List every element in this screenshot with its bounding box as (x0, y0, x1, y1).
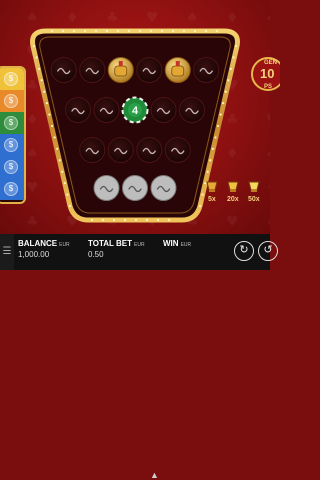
frame-light (50, 124, 54, 128)
win-label: WIN (163, 239, 179, 248)
frame-light (227, 79, 230, 82)
multiplier-label-5x: 5x (208, 196, 216, 203)
frame-light (68, 204, 72, 208)
frame-light (48, 113, 51, 116)
balance-field: BALANCE EUR 1,000.00 (18, 239, 70, 259)
total-bet-field: TOTAL BET EUR 0.50 (88, 239, 145, 259)
frame-light (224, 90, 227, 93)
frame-light (171, 29, 175, 33)
frame-light (63, 182, 66, 185)
frame-light (145, 218, 149, 222)
frame-light (149, 29, 153, 33)
empty-slot (150, 97, 177, 123)
empty-slot (79, 57, 106, 83)
frame-light (232, 56, 235, 59)
frame-light (40, 79, 43, 82)
frame-light (61, 29, 65, 33)
frame-light (83, 29, 87, 33)
game-logo: GEN 10 PS (251, 57, 280, 91)
multiplier-label-20x: 20x (227, 196, 239, 203)
frame-light (193, 29, 197, 33)
chip-value-text: 4 (132, 105, 139, 117)
frame-light (134, 218, 138, 222)
frame-light (32, 44, 36, 48)
empty-slot (107, 137, 134, 163)
empty-slot (179, 97, 205, 123)
autoplay-icon[interactable]: ↻ (234, 241, 254, 261)
frame-light (116, 29, 120, 33)
multiplier-label-50x: 50x (248, 196, 260, 203)
frame-light (222, 102, 225, 105)
total-bet-value: 0.50 (88, 250, 104, 259)
frame-light (90, 218, 94, 222)
empty-slot (193, 57, 220, 83)
frame-light (94, 29, 98, 33)
frame-light (216, 124, 220, 128)
frame-light (66, 193, 69, 196)
frame-light (182, 29, 186, 33)
win-field: WIN EUR (163, 239, 191, 250)
frame-light (198, 204, 202, 208)
chevron-up-icon[interactable]: ▲ (150, 470, 159, 480)
empty-slot (79, 137, 106, 163)
frame-light (201, 193, 204, 196)
frame-light (56, 147, 59, 150)
empty-slot (122, 175, 148, 201)
empty-slot (93, 175, 120, 201)
spin-icon[interactable]: ↺ (258, 241, 278, 261)
frame-light (229, 67, 232, 70)
empty-slot (136, 137, 163, 163)
multiplier-cups: 5x 20x 50x (205, 178, 265, 208)
frame-light (38, 67, 41, 70)
frame-light (214, 136, 217, 139)
balance-currency: EUR (59, 242, 70, 248)
gold-coin-chip (107, 57, 134, 83)
logo-text-2: 10 (260, 66, 274, 81)
frame-light (112, 218, 116, 222)
frame-light (234, 44, 238, 48)
frame-light (123, 218, 127, 222)
total-bet-label: TOTAL BET (88, 239, 132, 248)
frame-light (127, 29, 131, 33)
cup-icon-20x (227, 181, 239, 192)
frame-light (211, 147, 214, 150)
cup-icon-5x (206, 181, 218, 192)
empty-slot (50, 57, 77, 83)
frame-light (204, 29, 208, 33)
frame-light (219, 113, 222, 116)
frame-light (61, 170, 64, 173)
frame-light (209, 159, 212, 162)
balance-value: 1,000.00 (18, 250, 50, 259)
empty-slot (93, 97, 120, 123)
frame-light (156, 218, 160, 222)
frame-light (160, 29, 164, 33)
frame-light (206, 170, 209, 173)
win-currency: EUR (180, 242, 192, 248)
frame-light (35, 56, 38, 59)
frame-light (167, 218, 171, 222)
frame-light (58, 159, 61, 162)
menu-icon[interactable]: ☰ (0, 234, 14, 270)
green-value-chip: 4 (121, 96, 149, 124)
empty-slot (164, 137, 191, 163)
total-bet-currency: EUR (134, 242, 145, 248)
frame-light (105, 29, 109, 33)
gold-coin-chip (164, 57, 191, 83)
frame-light (101, 218, 105, 222)
bottom-hud: ☰ BALANCE EUR 1,000.00 TOTAL BET EUR 0.50 … (0, 234, 278, 480)
empty-slot (136, 57, 163, 83)
frame-light (43, 90, 46, 93)
empty-slot (150, 175, 177, 201)
frame-light (72, 29, 76, 33)
frame-light (215, 29, 219, 33)
balance-label: BALANCE (18, 239, 58, 248)
frame-light (53, 136, 56, 139)
frame-light (138, 29, 142, 33)
empty-slot (65, 97, 91, 123)
logo-text-3: PS (264, 84, 272, 90)
frame-light (45, 102, 48, 105)
frame-light (50, 29, 54, 33)
cup-icon-50x (248, 181, 260, 192)
